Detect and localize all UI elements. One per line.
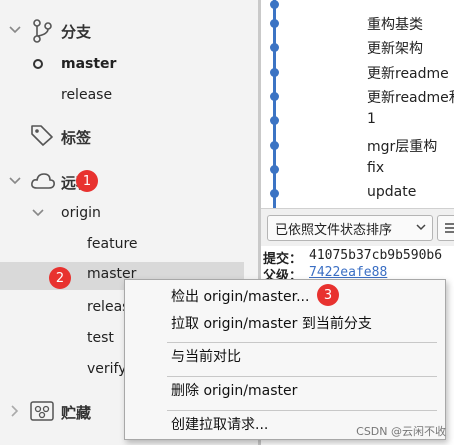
chevron-down-icon bbox=[416, 220, 426, 238]
section-title-tags[interactable]: 标签 bbox=[61, 127, 91, 148]
current-branch-icon bbox=[33, 59, 43, 69]
commit-message[interactable]: 1 bbox=[367, 111, 376, 127]
chevron-down-icon[interactable] bbox=[8, 174, 22, 188]
commit-message[interactable]: 更新readme bbox=[367, 63, 449, 83]
sort-dropdown[interactable]: 已依照文件状态排序 bbox=[267, 215, 433, 241]
commit-message[interactable]: fix bbox=[367, 160, 384, 176]
file-sort-bar: 已依照文件状态排序 bbox=[261, 208, 454, 247]
remote-origin[interactable]: origin bbox=[61, 205, 101, 221]
step-badge-2: 2 bbox=[49, 267, 71, 289]
graph-node bbox=[270, 92, 279, 101]
stash-icon bbox=[30, 401, 54, 425]
commit-message[interactable]: 更新架构 bbox=[367, 38, 423, 58]
chevron-down-icon[interactable] bbox=[31, 206, 45, 220]
menu-item-pull[interactable]: 拉取 origin/master 到当前分支 bbox=[125, 309, 445, 337]
commit-list: 1 重构基类 更新架构 更新readme 更新readme和 1 mgr层重构 … bbox=[261, 0, 454, 208]
graph-node bbox=[270, 43, 279, 52]
remote-branch-verify[interactable]: verify bbox=[87, 361, 127, 377]
menu-item-delete[interactable]: 删除 origin/master bbox=[125, 376, 445, 404]
commit-hash: 41075b37cb9b590b6 bbox=[309, 248, 443, 263]
cloud-icon bbox=[30, 172, 56, 194]
graph-node bbox=[270, 116, 279, 125]
commit-message[interactable]: 重构基类 bbox=[367, 14, 423, 34]
graph-node bbox=[270, 141, 279, 150]
graph-node bbox=[270, 19, 279, 28]
graph-line bbox=[273, 0, 276, 208]
graph-node bbox=[270, 68, 279, 77]
menu-item-compare[interactable]: 与当前对比 bbox=[125, 342, 445, 370]
view-options-button[interactable] bbox=[437, 215, 454, 241]
step-badge-3: 3 bbox=[317, 284, 339, 306]
parent-hash-link[interactable]: 7422eafe88 bbox=[309, 265, 387, 280]
remote-branch-test[interactable]: test bbox=[87, 330, 114, 346]
section-title-branches[interactable]: 分支 bbox=[61, 21, 91, 42]
branch-icon bbox=[31, 19, 53, 47]
chevron-down-icon[interactable] bbox=[8, 23, 22, 37]
commit-message-partial[interactable]: 1 bbox=[367, 0, 376, 4]
branch-item-release[interactable]: release bbox=[61, 87, 112, 103]
sort-dropdown-label: 已依照文件状态排序 bbox=[275, 222, 393, 238]
commit-message[interactable]: 更新readme和 bbox=[367, 87, 454, 107]
graph-node bbox=[270, 189, 279, 198]
list-icon bbox=[445, 223, 454, 233]
commit-message[interactable]: update bbox=[367, 184, 416, 200]
remote-branch-feature[interactable]: feature bbox=[87, 236, 138, 252]
menu-item-checkout[interactable]: 检出 origin/master... bbox=[125, 282, 445, 310]
watermark: CSDN @云闲不收 bbox=[356, 425, 446, 438]
graph-node bbox=[270, 0, 279, 9]
section-title-stashes[interactable]: 贮藏 bbox=[61, 402, 91, 423]
chevron-right-icon[interactable] bbox=[8, 404, 22, 418]
context-menu: 检出 origin/master... 3 拉取 origin/master 到… bbox=[124, 279, 446, 440]
branch-item-master[interactable]: master bbox=[61, 56, 116, 72]
tag-icon bbox=[30, 124, 54, 150]
graph-node bbox=[270, 165, 279, 174]
commit-message[interactable]: mgr层重构 bbox=[367, 136, 437, 156]
step-badge-1: 1 bbox=[76, 170, 98, 192]
